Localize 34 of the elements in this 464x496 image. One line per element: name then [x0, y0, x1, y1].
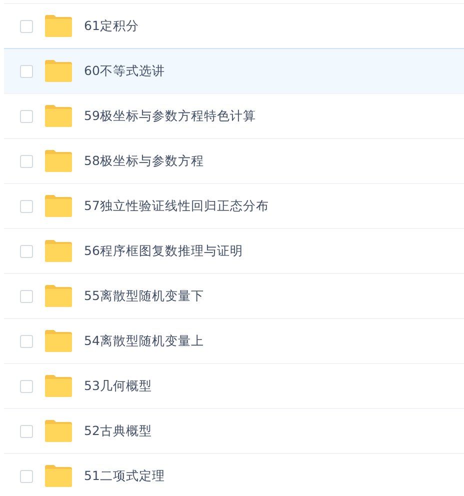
- folder-name[interactable]: 52古典概型: [84, 422, 152, 440]
- folder-name[interactable]: 61定积分: [84, 18, 139, 34]
- checkbox[interactable]: [20, 154, 33, 168]
- checkbox[interactable]: [20, 110, 33, 122]
- folder-icon: [45, 465, 72, 487]
- folder-icon: [45, 285, 72, 307]
- folder-name[interactable]: 54离散型随机变量上: [84, 332, 204, 350]
- checkbox[interactable]: [20, 244, 33, 258]
- folder-icon: [45, 330, 72, 352]
- folder-name[interactable]: 53几何概型: [84, 378, 152, 394]
- folder-icon: [45, 420, 72, 442]
- folder-name[interactable]: 56程序框图复数推理与证明: [84, 242, 243, 260]
- folder-icon: [45, 60, 72, 82]
- checkbox[interactable]: [20, 20, 33, 32]
- folder-icon: [45, 150, 72, 172]
- folder-icon: [45, 15, 72, 37]
- folder-name[interactable]: 51二项式定理: [84, 468, 165, 484]
- checkbox[interactable]: [20, 64, 33, 78]
- checkbox[interactable]: [20, 424, 33, 438]
- checkbox[interactable]: [20, 470, 33, 482]
- checkbox[interactable]: [20, 200, 33, 212]
- checkbox[interactable]: [20, 334, 33, 348]
- checkbox[interactable]: [20, 380, 33, 392]
- folder-name[interactable]: 57独立性验证线性回归正态分布: [84, 198, 269, 214]
- folder-name[interactable]: 58极坐标与参数方程: [84, 152, 204, 170]
- folder-icon: [45, 105, 72, 127]
- folder-name[interactable]: 60不等式选讲: [84, 62, 165, 80]
- folder-icon: [45, 195, 72, 217]
- highlighted-row[interactable]: 60不等式选讲: [4, 48, 464, 93]
- checkbox[interactable]: [20, 290, 33, 302]
- folder-name[interactable]: 59极坐标与参数方程特色计算: [84, 108, 256, 124]
- folder-name[interactable]: 55离散型随机变量下: [84, 288, 204, 304]
- folder-icon: [45, 240, 72, 262]
- folder-icon: [45, 375, 72, 397]
